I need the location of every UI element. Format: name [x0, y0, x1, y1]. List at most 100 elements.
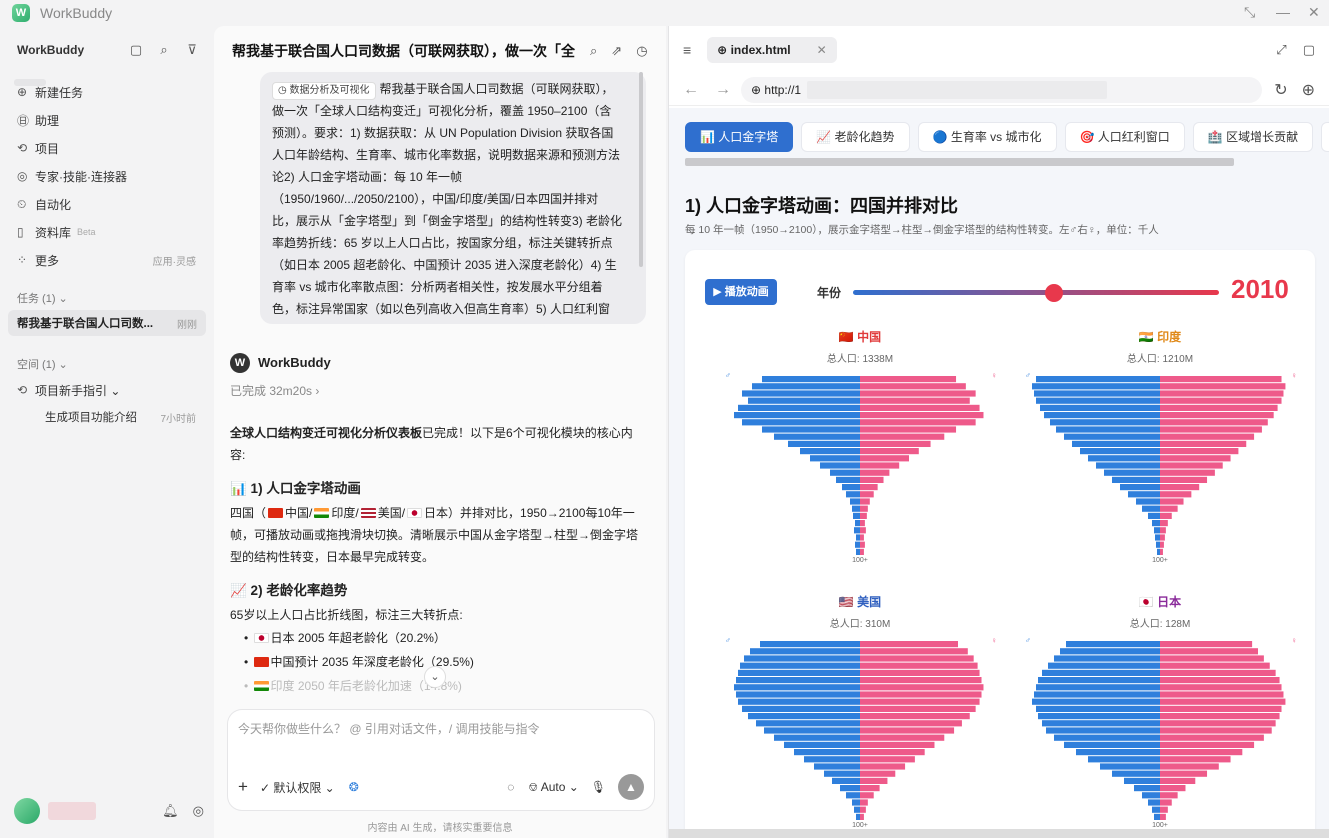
spaces-section-header[interactable]: 空间 (1) ⌄: [8, 354, 206, 376]
close-window-icon[interactable]: ✕: [1308, 4, 1320, 21]
tabs-scrollbar[interactable]: [685, 158, 1234, 166]
female-bar: [1160, 397, 1282, 404]
male-bar: [784, 741, 860, 748]
sidebar-item[interactable]: ◎ 专家·技能·连接器: [8, 162, 206, 190]
female-bar: [1160, 476, 1208, 483]
browser-tab[interactable]: ⊕ index.html ✕: [707, 37, 837, 63]
female-bar: [1160, 813, 1166, 820]
sidebar-item[interactable]: ⁘ 更多 应用·灵感: [8, 246, 206, 274]
chat-input[interactable]: 今天帮你做些什么？ @ 引用对话文件，/ 调用技能与指令 + ✓ 默认权限 ⌄ …: [228, 710, 654, 810]
female-bar: [1160, 641, 1253, 648]
male-bar: [1142, 792, 1160, 799]
sidebar-item[interactable]: ▯ 资料库 Beta: [8, 218, 206, 246]
male-bar: [852, 799, 860, 806]
sidebar-toggle-icon[interactable]: ▢: [122, 42, 150, 58]
model-select[interactable]: ⎊ Auto ⌄: [528, 780, 578, 795]
module-tab[interactable]: 📊 人口金字塔: [685, 122, 794, 152]
sidebar-item[interactable]: ㊐助理: [8, 106, 206, 134]
module-tabs: 📊 人口金字塔 📈 老龄化趋势 🔵 生育率 vs 城市化 🎯 人口红利窗口 🏥 区域增长…: [685, 122, 1329, 152]
compass-icon[interactable]: ◎: [193, 803, 204, 819]
url-field[interactable]: ⊕ http://1: [741, 76, 1263, 103]
connector-icon[interactable]: ❂: [349, 780, 359, 794]
male-bar: [734, 684, 860, 691]
add-icon[interactable]: +: [238, 777, 248, 797]
pyramid-total: 总人口: 1210M: [1126, 354, 1194, 365]
project-icon: ⟲: [17, 141, 28, 155]
female-bar: [1160, 691, 1284, 698]
male-bar: [742, 390, 860, 397]
age-top-label: 100+: [1152, 557, 1168, 564]
sidebar-item-extra[interactable]: 应用·灵感: [153, 253, 196, 268]
age-top-label: 100+: [852, 557, 868, 564]
back-icon[interactable]: ←: [683, 81, 699, 99]
female-bar: [1160, 527, 1166, 534]
module-tab[interactable]: 🎯 人口红利窗口: [1064, 122, 1185, 152]
year-slider[interactable]: [853, 284, 1219, 302]
permission-select[interactable]: ✓ 默认权限 ⌄: [260, 779, 335, 796]
forward-icon[interactable]: →: [715, 81, 731, 99]
horizontal-scrollbar[interactable]: [669, 829, 1329, 838]
loading-icon: ◌: [507, 780, 515, 794]
app-title: WorkBuddy: [40, 5, 113, 21]
workspace-name[interactable]: WorkBuddy: [8, 43, 122, 57]
space-sub-item[interactable]: 生成项目功能介绍 7小时前: [8, 404, 206, 430]
globe-icon[interactable]: ⊕: [1302, 80, 1315, 100]
slider-thumb[interactable]: [1045, 284, 1064, 302]
male-bar: [736, 677, 860, 684]
male-bar: [760, 641, 860, 648]
female-bar: [1160, 763, 1219, 770]
completed-status[interactable]: 已完成 32m20s ›: [230, 380, 644, 402]
sidebar-item[interactable]: ⟲ 项目: [8, 134, 206, 162]
send-button[interactable]: ▲: [618, 774, 644, 800]
male-symbol-icon: ♂: [725, 636, 731, 645]
female-bar: [1160, 440, 1247, 447]
workspace-subtitle-redacted: [14, 79, 46, 86]
module-tab[interactable]: 🏥 区域增长贡献: [1192, 122, 1314, 152]
search-icon[interactable]: ⌕: [150, 42, 178, 58]
female-bar: [860, 412, 984, 419]
female-bar: [860, 777, 888, 784]
sidebar-task-item[interactable]: 帮我基于联合国人口司数... 刚刚: [8, 310, 206, 336]
globe-icon: ⊕: [717, 43, 728, 57]
intro-bold: 全球人口结构变迁可视化分析仪表板: [230, 426, 423, 440]
scroll-down-icon[interactable]: ⌄: [424, 666, 446, 688]
filter-icon[interactable]: ⊽: [178, 42, 206, 58]
history-icon[interactable]: ◷: [636, 43, 647, 59]
female-bar: [860, 512, 867, 519]
male-bar: [750, 648, 860, 655]
search-icon[interactable]: ⌕: [590, 43, 597, 59]
male-bar: [856, 813, 860, 820]
female-symbol-icon: ♀: [1291, 636, 1297, 645]
male-bar: [1076, 749, 1160, 756]
space-item[interactable]: ⟲ 项目新手指引 ⌄: [8, 376, 206, 404]
sidebar-item[interactable]: ⏲ 自动化: [8, 190, 206, 218]
male-bar: [794, 749, 860, 756]
restore-icon[interactable]: ⤡: [1244, 4, 1255, 21]
close-tab-icon[interactable]: ✕: [817, 43, 827, 57]
expand-icon[interactable]: ⤢: [1276, 42, 1286, 58]
female-bar: [1160, 705, 1282, 712]
female-bar: [1160, 684, 1282, 691]
male-bar: [1044, 412, 1160, 419]
minimize-icon[interactable]: —: [1276, 4, 1290, 20]
female-bar: [860, 662, 978, 669]
module-tab[interactable]: 📈 老龄化趋势: [801, 122, 910, 152]
window-icon[interactable]: ▢: [1303, 42, 1315, 58]
reload-icon[interactable]: ↻: [1274, 80, 1287, 100]
pyramid-total: 总人口: 310M: [829, 619, 891, 630]
menu-icon[interactable]: ≡: [683, 42, 691, 58]
female-symbol-icon: ♀: [991, 636, 997, 645]
play-animation-button[interactable]: ▶ 播放动画: [705, 279, 777, 305]
avatar[interactable]: [14, 798, 40, 824]
module-tab[interactable]: 📊: [1321, 122, 1329, 152]
module-tab[interactable]: 🔵 生育率 vs 城市化: [917, 122, 1057, 152]
tasks-section-header[interactable]: 任务 (1) ⌄: [8, 288, 206, 310]
bell-icon[interactable]: 🔔︎: [162, 803, 179, 819]
share-icon[interactable]: ⇗: [611, 43, 622, 59]
mic-icon[interactable]: 🎙︎: [591, 780, 606, 794]
chat-scrollbar[interactable]: [639, 72, 643, 267]
male-bar: [854, 806, 860, 813]
female-bar: [860, 469, 890, 476]
automation-icon: ⏲: [17, 196, 27, 211]
male-bar: [846, 792, 860, 799]
